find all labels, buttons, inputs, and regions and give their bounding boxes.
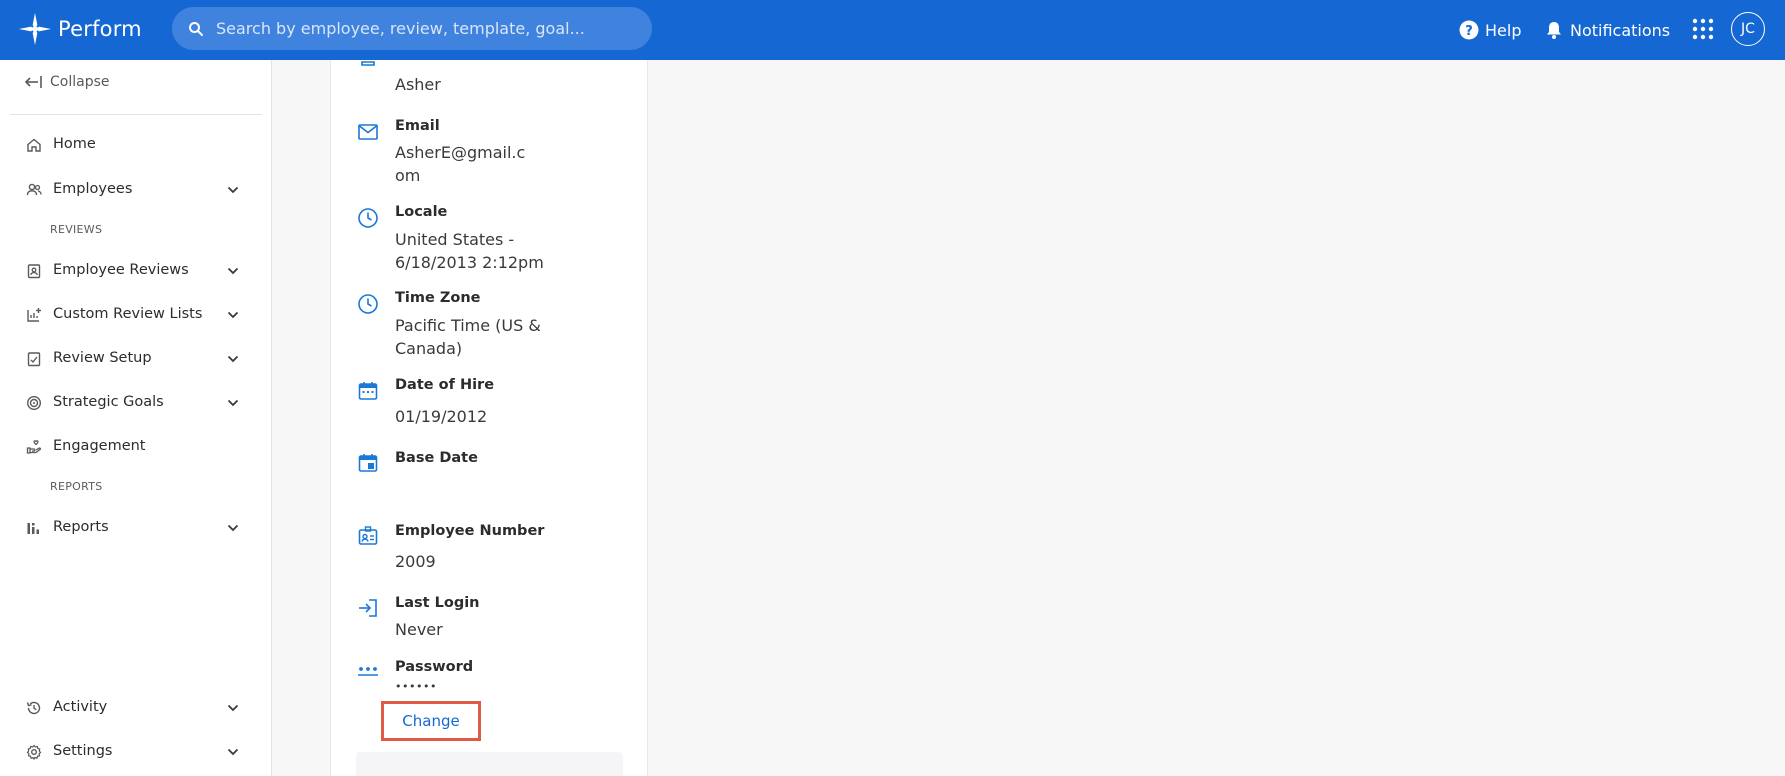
password-icon [358, 667, 378, 676]
change-password-button[interactable]: Change [381, 701, 481, 741]
user-avatar[interactable]: JC [1731, 12, 1765, 46]
notifications-button[interactable]: Notifications [1544, 0, 1670, 60]
chevron-down-icon [227, 355, 239, 363]
last-login-value: Never [395, 620, 443, 639]
chevron-down-icon [227, 704, 239, 712]
base-date-label: Base Date [395, 450, 478, 466]
chevron-down-icon [227, 186, 239, 194]
chevron-down-icon [227, 311, 239, 319]
clock-icon [358, 294, 378, 314]
sidebar-item-employee-reviews[interactable]: Employee Reviews [0, 253, 272, 289]
sidebar-item-reports[interactable]: Reports [0, 510, 272, 546]
gear-icon [26, 744, 42, 760]
timezone-value-line2: Canada) [395, 339, 463, 358]
collapse-label: Collapse [50, 74, 110, 90]
checklist-icon [27, 352, 41, 367]
sidebar-item-label: Review Setup [53, 350, 152, 366]
section-label-reviews: REVIEWS [50, 223, 103, 236]
sidebar-item-label: Employees [53, 181, 133, 197]
locale-value-line1: United States - [395, 230, 515, 249]
bell-icon [1547, 22, 1561, 39]
sidebar-item-label: Home [53, 136, 96, 152]
collapse-button[interactable]: Collapse [24, 74, 110, 90]
chevron-down-icon [227, 267, 239, 275]
home-icon [27, 138, 41, 152]
sidebar-item-review-setup[interactable]: Review Setup [0, 341, 272, 377]
chevron-down-icon [227, 399, 239, 407]
sidebar-item-settings[interactable]: Settings [0, 734, 272, 770]
top-bar: Perform ? Help Notifications JC [0, 0, 1785, 60]
calendar-icon [358, 454, 378, 472]
email-value-line1: AsherE@gmail.c [395, 143, 526, 162]
notifications-label: Notifications [1570, 20, 1671, 40]
sidebar-item-strategic-goals[interactable]: Strategic Goals [0, 385, 272, 421]
sidebar-item-activity[interactable]: Activity [0, 690, 272, 726]
login-icon [359, 599, 377, 617]
person-icon [361, 61, 375, 66]
sidebar-item-engagement[interactable]: Engagement [0, 429, 272, 465]
employee-number-label: Employee Number [395, 523, 545, 539]
brand-name: Perform [58, 17, 142, 41]
id-badge-icon [358, 526, 378, 545]
clock-icon [358, 208, 378, 228]
calendar-icon [358, 382, 378, 400]
search-input[interactable] [216, 7, 636, 50]
people-icon [26, 183, 42, 196]
sidebar-item-label: Activity [53, 699, 108, 715]
clipboard-user-icon [27, 264, 41, 279]
employee-number-value: 2009 [395, 552, 436, 571]
hand-heart-icon [26, 440, 42, 454]
sidebar-item-custom-review-lists[interactable]: Custom Review Lists [0, 297, 272, 333]
sidebar-item-label: Reports [53, 519, 109, 535]
last-login-label: Last Login [395, 595, 480, 611]
perform-logo-icon [18, 12, 52, 46]
global-search[interactable] [172, 7, 652, 50]
chevron-down-icon [227, 748, 239, 756]
app-grid-icon[interactable] [1692, 18, 1714, 40]
sidebar-item-label: Custom Review Lists [53, 306, 203, 322]
target-icon [26, 395, 42, 411]
password-value: •••••• [395, 680, 437, 693]
history-icon [26, 701, 41, 715]
collapse-arrow-icon [24, 76, 42, 88]
sidebar-item-label: Settings [53, 743, 113, 759]
search-icon [189, 22, 203, 36]
name-value: Asher [395, 75, 441, 94]
hire-date-value: 01/19/2012 [395, 407, 488, 426]
help-label: Help [1485, 20, 1522, 40]
timezone-label: Time Zone [395, 290, 481, 306]
sidebar: Collapse Home Employees REVIEWS Employee… [0, 60, 272, 776]
sidebar-item-employees[interactable]: Employees [0, 172, 272, 208]
sidebar-item-label: Strategic Goals [53, 394, 164, 410]
svg-text:?: ? [1465, 24, 1473, 39]
email-label: Email [395, 118, 440, 134]
email-value-line2: om [395, 166, 421, 185]
hire-date-label: Date of Hire [395, 377, 495, 393]
locale-label: Locale [395, 204, 448, 220]
chart-plus-icon [27, 308, 41, 322]
chevron-down-icon [227, 524, 239, 532]
bar-chart-icon [27, 523, 39, 534]
help-button[interactable]: ? Help [1459, 0, 1521, 60]
sidebar-item-label: Engagement [53, 438, 146, 454]
locale-value-line2: 6/18/2013 2:12pm [395, 253, 544, 272]
password-label: Password [395, 659, 474, 675]
timezone-value-line1: Pacific Time (US & [395, 316, 541, 335]
help-icon: ? [1459, 20, 1479, 40]
sidebar-item-label: Employee Reviews [53, 262, 189, 278]
mail-icon [358, 124, 378, 140]
card-section-bottom [356, 752, 623, 776]
section-label-reports: REPORTS [50, 480, 103, 493]
brand-logo[interactable]: Perform [16, 9, 142, 49]
sidebar-divider [10, 114, 262, 115]
sidebar-item-home[interactable]: Home [0, 127, 272, 163]
